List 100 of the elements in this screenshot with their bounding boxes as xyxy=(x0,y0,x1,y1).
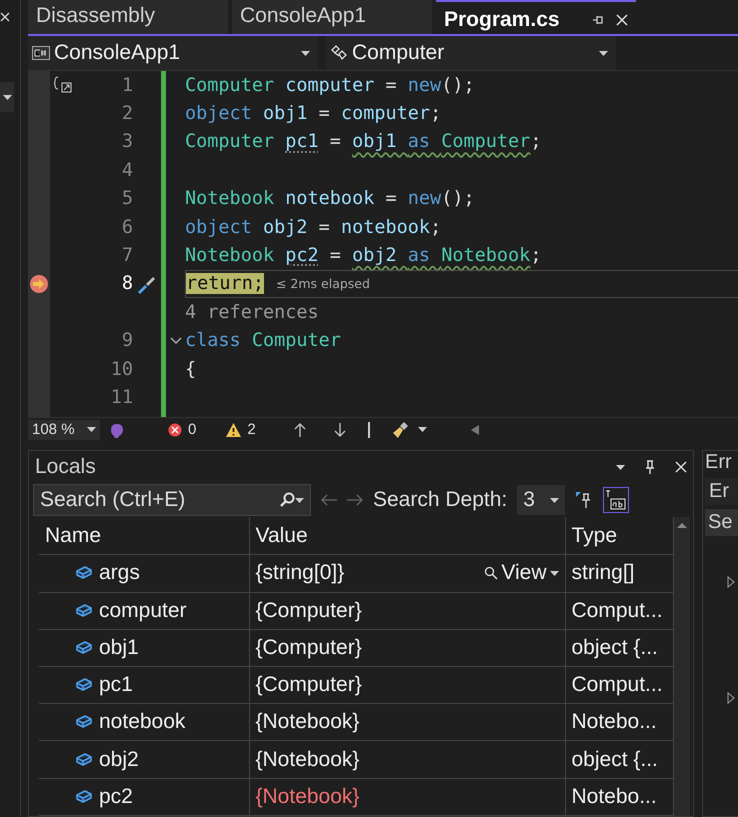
project-dropdown[interactable]: ConsoleApp1 xyxy=(28,36,318,70)
caret-icon xyxy=(550,570,558,576)
line-number: 6 xyxy=(122,216,133,238)
variable-value: {Notebook} xyxy=(256,746,360,773)
snippet-icon xyxy=(54,76,72,94)
file-tab[interactable]: Disassembly xyxy=(28,0,228,34)
up-arrow-icon[interactable] xyxy=(294,422,306,436)
broom-icon[interactable] xyxy=(392,420,410,438)
code-line: object obj1 = computer; xyxy=(185,103,442,124)
panel-title: Err xyxy=(705,451,733,474)
caret-icon xyxy=(301,50,310,56)
cube-icon xyxy=(75,565,93,582)
code-line: object obj2 = notebook; xyxy=(185,216,442,238)
variable-value: {Notebook} xyxy=(256,709,360,736)
line-number: 4 xyxy=(122,160,133,181)
scope-dropdown[interactable]: Er xyxy=(705,478,738,505)
collapse-chevron-icon[interactable] xyxy=(170,336,182,345)
variable-value: {Computer} xyxy=(256,672,362,698)
forward-arrow-icon[interactable] xyxy=(347,494,363,506)
line-number: 10 xyxy=(110,358,133,380)
text-format-icon[interactable] xyxy=(603,487,630,513)
variable-name: pc2 xyxy=(99,784,133,810)
line-number: 3 xyxy=(122,131,133,152)
caret-icon xyxy=(599,50,608,56)
code-line: class Computer xyxy=(185,330,341,352)
variable-type: Notebo... xyxy=(565,778,673,816)
search-depth-label: Search Depth: xyxy=(373,488,508,512)
column-header[interactable]: Value xyxy=(249,517,565,555)
view-button[interactable]: View xyxy=(484,560,558,586)
pin-icon[interactable] xyxy=(592,14,604,26)
caret-icon xyxy=(550,498,560,502)
code-line: Computer computer = new(); xyxy=(185,74,475,96)
down-arrow-icon[interactable] xyxy=(334,422,346,436)
csharp-file-icon xyxy=(32,46,50,60)
variable-type: Comput... xyxy=(565,666,673,704)
cube-icon xyxy=(75,788,93,805)
search-field[interactable]: Search (Ctrl+E) xyxy=(33,484,311,516)
variable-type: object {... xyxy=(565,629,673,667)
file-tab[interactable]: ConsoleApp1 xyxy=(232,0,432,34)
expand-arrow-icon[interactable] xyxy=(727,576,735,588)
variable-name: computer xyxy=(99,598,187,624)
column-header[interactable]: Name xyxy=(39,517,249,555)
variable-name: notebook xyxy=(99,709,186,736)
cube-icon xyxy=(75,714,93,730)
close-icon[interactable] xyxy=(675,461,687,473)
cube-icon xyxy=(75,752,93,768)
class-icon xyxy=(330,45,348,61)
dropdown[interactable] xyxy=(0,82,14,112)
variable-name: args xyxy=(99,560,140,586)
elapsed-time-hint: ≤ 2ms elapsed xyxy=(276,276,370,292)
error-icon xyxy=(168,422,182,436)
current-statement: return; xyxy=(186,273,264,294)
variable-value: {Computer} xyxy=(256,634,362,661)
caret-icon xyxy=(87,427,96,432)
variable-type: Comput... xyxy=(565,592,673,630)
line-number: 1 xyxy=(122,74,133,96)
panel-title: Locals xyxy=(35,455,96,479)
column-header[interactable]: Type xyxy=(565,517,673,555)
variable-value: {string[0]} xyxy=(256,560,344,586)
zoom-dropdown[interactable]: 108 % xyxy=(28,420,100,440)
warning-count[interactable]: 2 xyxy=(226,421,256,438)
scroll-left-icon[interactable] xyxy=(470,424,479,434)
variable-name: obj1 xyxy=(99,634,139,661)
search-icon xyxy=(279,492,295,508)
magnifier-icon xyxy=(484,566,498,580)
code-line: Notebook pc2 = obj2 as Notebook; xyxy=(185,245,542,266)
error-count[interactable]: 0 xyxy=(168,421,196,438)
variable-type: string[] xyxy=(565,554,673,592)
line-number: 11 xyxy=(110,386,133,408)
code-line: { xyxy=(185,358,196,380)
variable-type: Notebo... xyxy=(565,704,673,741)
dropdown-caret-icon xyxy=(616,464,625,470)
line-number: 9 xyxy=(122,330,133,352)
line-number: 5 xyxy=(122,188,133,210)
member-dropdown[interactable]: Computer xyxy=(326,36,616,70)
warning-icon xyxy=(226,422,242,436)
close-icon[interactable] xyxy=(0,12,10,22)
cube-icon xyxy=(75,677,93,694)
cube-icon xyxy=(75,602,93,619)
line-number: 8 xyxy=(122,273,133,294)
expand-arrow-icon[interactable] xyxy=(727,692,735,704)
variable-value: {Notebook} xyxy=(256,784,360,810)
references-link[interactable]: 4 references xyxy=(185,302,319,323)
line-number: 7 xyxy=(122,245,133,266)
line-number: 2 xyxy=(122,103,133,124)
column-header[interactable]: Se xyxy=(705,509,738,536)
caret-icon xyxy=(295,498,304,502)
code-line: Notebook notebook = new(); xyxy=(185,188,475,210)
scrollbar[interactable] xyxy=(674,517,690,816)
back-arrow-icon[interactable] xyxy=(321,494,337,506)
pin-icon[interactable] xyxy=(645,460,655,474)
variable-value: {Computer} xyxy=(256,598,362,624)
code-line: Computer pc1 = obj1 as Computer; xyxy=(185,131,542,152)
variable-name: pc1 xyxy=(99,672,133,698)
close-icon[interactable] xyxy=(616,14,628,26)
caret-icon xyxy=(2,94,12,100)
search-depth-dropdown[interactable]: 3 xyxy=(517,485,566,515)
caret-icon xyxy=(418,427,427,432)
variable-name: obj2 xyxy=(99,746,139,773)
cube-icon xyxy=(75,640,93,656)
